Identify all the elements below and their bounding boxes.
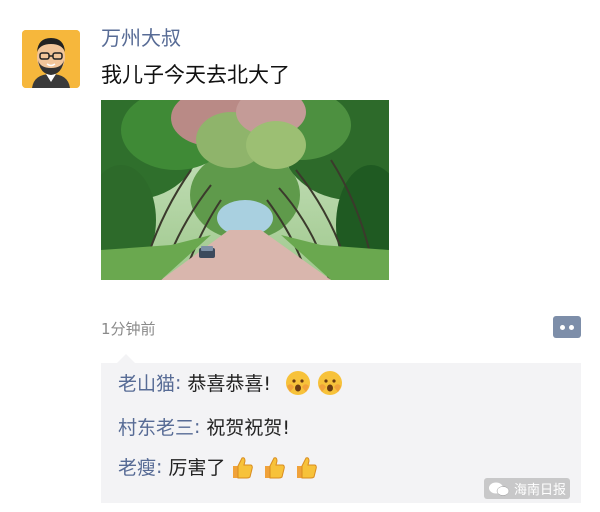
watermark-text: 海南日报 xyxy=(514,483,567,498)
comment-text: 祝贺祝贺! xyxy=(206,417,291,439)
comment-row[interactable]: 老瘦: 厉害了 xyxy=(118,453,319,480)
comment-text: 厉害了 xyxy=(168,457,226,479)
surprised-face-icon xyxy=(285,370,311,396)
commenter-name[interactable]: 老瘦 xyxy=(118,453,156,480)
comment-text: 恭喜恭喜! xyxy=(187,373,272,395)
comment-separator: : xyxy=(194,415,201,438)
post-timestamp: 1分钟前 xyxy=(101,320,156,338)
dot-icon xyxy=(560,325,565,330)
commenter-name[interactable]: 村东老三 xyxy=(118,413,194,440)
wechat-icon xyxy=(489,482,510,496)
thumbs-up-icon xyxy=(229,454,255,480)
cartoon-man-icon xyxy=(22,30,80,88)
watermark: 海南日报 xyxy=(484,478,571,499)
avatar[interactable] xyxy=(22,30,80,88)
comment-row[interactable]: 村东老三: 祝贺祝贺! xyxy=(118,413,290,440)
thumbs-up-icon xyxy=(293,454,319,480)
comment-separator: : xyxy=(175,371,182,394)
comment-more-button[interactable] xyxy=(553,316,581,338)
surprised-face-icon xyxy=(317,370,343,396)
tree-road-photo xyxy=(101,100,389,280)
dot-icon xyxy=(569,325,574,330)
post-text: 我儿子今天去北大了 xyxy=(101,63,290,87)
post-photo[interactable] xyxy=(101,100,389,280)
commenter-name[interactable]: 老山猫 xyxy=(118,369,175,396)
comment-separator: : xyxy=(156,455,163,478)
post-author-name[interactable]: 万州大叔 xyxy=(101,22,181,51)
comment-row[interactable]: 老山猫: 恭喜恭喜! xyxy=(118,369,343,396)
thumbs-up-icon xyxy=(261,454,287,480)
